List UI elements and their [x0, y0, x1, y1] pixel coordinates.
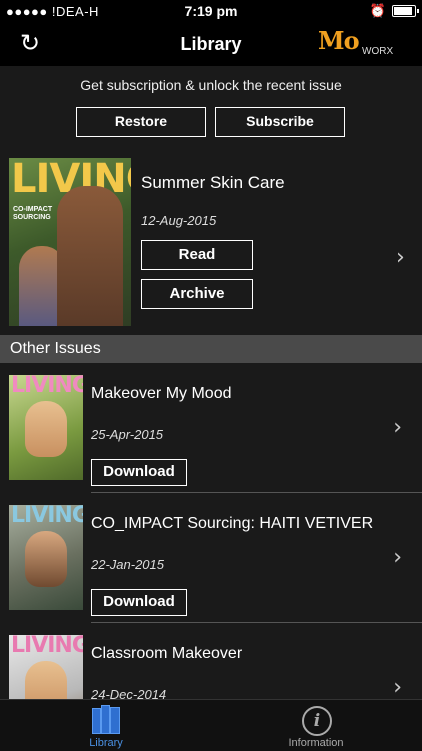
chevron-right-icon[interactable]: ›	[393, 675, 402, 699]
cover-masthead: LIVING	[11, 375, 83, 398]
issue-title: CO_IMPACT Sourcing: HAITI VETIVER	[91, 515, 374, 532]
chevron-right-icon[interactable]: ›	[396, 245, 405, 270]
list-item[interactable]: LIVING Makeover My Mood 25-Apr-2015 Down…	[0, 363, 422, 493]
chevron-right-icon[interactable]: ›	[393, 545, 402, 570]
info-icon: i	[302, 706, 332, 736]
cover-line: CO-IMPACT SOURCING	[13, 206, 53, 221]
section-title: Other Issues	[10, 340, 101, 357]
subscribe-button[interactable]: Subscribe	[215, 107, 345, 137]
issue-date: 25-Apr-2015	[91, 427, 164, 442]
list-item[interactable]: LIVING CO_IMPACT Sourcing: HAITI VETIVER…	[0, 493, 422, 623]
logo-text: Mo	[318, 26, 360, 55]
cover-photo-man	[57, 186, 123, 326]
featured-cover-image[interactable]: LIVING CO-IMPACT SOURCING	[9, 158, 131, 326]
issue-cover-image: LIVING	[9, 375, 83, 480]
tab-bar: Library i Information	[0, 699, 422, 751]
status-right: ⏰	[369, 3, 419, 19]
read-button[interactable]: Read	[141, 240, 253, 270]
issue-date: 22-Jan-2015	[91, 557, 164, 572]
cover-masthead: LIVING	[11, 635, 83, 658]
navigation-bar: ↻ Library Mo WORX	[0, 22, 422, 66]
status-time: 7:19 pm	[184, 3, 238, 19]
logo-sub: WORX	[362, 46, 394, 57]
library-books-icon	[91, 705, 121, 734]
download-button[interactable]: Download	[91, 459, 187, 486]
archive-button[interactable]: Archive	[141, 279, 253, 309]
cover-photo	[25, 661, 67, 699]
battery-icon	[392, 5, 419, 17]
issue-date: 24-Dec-2014	[91, 687, 167, 699]
list-item[interactable]: LIVING Classroom Makeover 24-Dec-2014 ›	[0, 623, 422, 699]
tab-label: Library	[89, 737, 123, 749]
subscription-message: Get subscription & unlock the recent iss…	[80, 77, 342, 93]
download-button[interactable]: Download	[91, 589, 187, 616]
issue-cover-image: LIVING	[9, 505, 83, 610]
issue-title: Makeover My Mood	[91, 385, 232, 402]
issue-title: Classroom Makeover	[91, 645, 243, 662]
tab-library[interactable]: Library	[46, 704, 166, 750]
tab-information[interactable]: i Information	[256, 704, 376, 750]
issue-cover-image: LIVING	[9, 635, 83, 699]
cover-masthead: LIVING	[11, 505, 83, 528]
alarm-icon: ⏰	[369, 3, 386, 18]
cover-photo	[25, 401, 67, 457]
cover-photo	[25, 531, 67, 587]
chevron-right-icon[interactable]: ›	[393, 415, 402, 440]
featured-title: Summer Skin Care	[141, 173, 285, 192]
section-header: Other Issues	[0, 335, 422, 363]
tab-label: Information	[288, 737, 344, 749]
status-bar: ●●●●● !DEA-H 7:19 pm ⏰	[0, 0, 422, 22]
restore-button[interactable]: Restore	[76, 107, 206, 137]
featured-date: 12-Aug-2015	[141, 213, 217, 228]
mogul-worx-logo: Mo WORX	[318, 26, 394, 62]
